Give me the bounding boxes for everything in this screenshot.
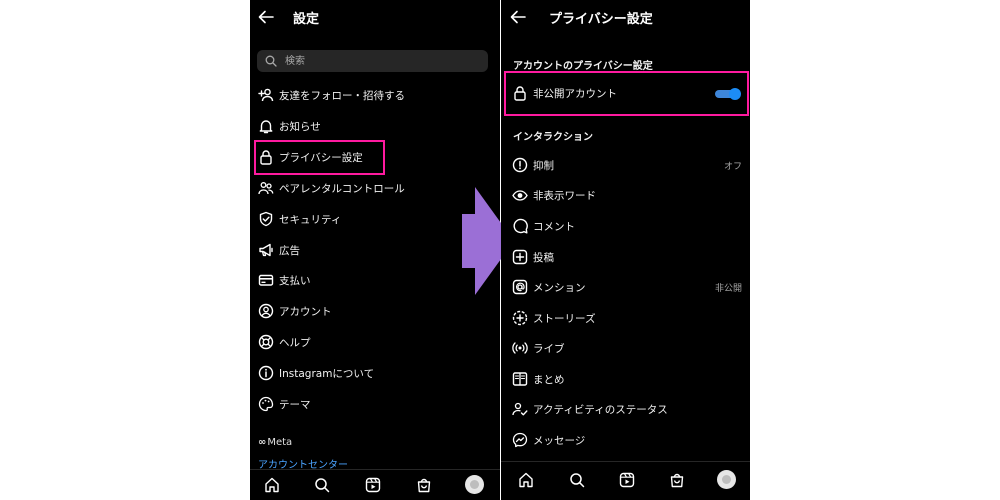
menu-item-label: ペアレンタルコントロール bbox=[279, 183, 405, 195]
menu-item-label: アカウント bbox=[279, 306, 332, 318]
bottom-nav bbox=[501, 461, 750, 500]
story-plus-icon bbox=[512, 310, 528, 326]
lock-icon bbox=[258, 149, 274, 165]
menu-item-label: 広告 bbox=[279, 245, 300, 257]
meta-infinity-icon: ∞ bbox=[258, 437, 267, 448]
menu-item-label: ライブ bbox=[533, 343, 565, 355]
private-account-toggle[interactable] bbox=[715, 88, 741, 100]
bottom-nav bbox=[250, 469, 500, 500]
search-input[interactable] bbox=[285, 50, 475, 72]
menu-item-label: お知らせ bbox=[279, 121, 321, 133]
private-account-row[interactable]: 非公開アカウント bbox=[501, 81, 750, 107]
menu-item-live[interactable]: ライブ bbox=[501, 336, 750, 362]
menu-item-value: 非公開 bbox=[714, 284, 742, 294]
lock-icon bbox=[512, 85, 528, 101]
info-icon bbox=[258, 365, 274, 381]
menu-item-label: 投稿 bbox=[533, 252, 554, 264]
avatar[interactable] bbox=[465, 475, 484, 494]
menu-item-label: 友達をフォロー・招待する bbox=[279, 90, 405, 102]
menu-item-label: アクティビティのステータス bbox=[533, 404, 668, 416]
menu-item-label: 抑制 bbox=[533, 160, 554, 172]
privacy-settings-screen: プライバシー設定 アカウントのプライバシー設定 非公開アカウント インタラクショ… bbox=[501, 0, 750, 500]
search-icon[interactable] bbox=[314, 477, 330, 493]
menu-item-help[interactable]: ヘルプ bbox=[250, 330, 500, 356]
menu-item-posts[interactable]: 投稿 bbox=[501, 245, 750, 271]
menu-item-account[interactable]: アカウント bbox=[250, 299, 500, 325]
settings-header: 設定 bbox=[250, 0, 500, 36]
avatar[interactable] bbox=[717, 470, 736, 489]
menu-item-label: ヘルプ bbox=[279, 337, 311, 349]
menu-item-label: メンション bbox=[533, 282, 586, 294]
user-circle-icon bbox=[258, 303, 274, 319]
menu-item-comments[interactable]: コメント bbox=[501, 214, 750, 240]
search-icon[interactable] bbox=[569, 472, 585, 488]
meta-logo: ∞Meta bbox=[258, 437, 293, 448]
menu-item-activity-status[interactable]: アクティビティのステータス bbox=[501, 397, 750, 423]
menu-item-hidden-words[interactable]: 非表示ワード bbox=[501, 183, 750, 209]
menu-item-label: メッセージ bbox=[533, 435, 586, 447]
menu-item-label: セキュリティ bbox=[279, 214, 342, 226]
menu-item-label: 非表示ワード bbox=[533, 190, 596, 202]
restrict-icon bbox=[512, 157, 528, 173]
shop-icon[interactable] bbox=[416, 477, 432, 493]
menu-item-restrict[interactable]: 抑制 オフ bbox=[501, 153, 750, 179]
at-icon bbox=[512, 279, 528, 295]
menu-item-privacy[interactable]: プライバシー設定 bbox=[250, 145, 500, 171]
home-icon[interactable] bbox=[518, 472, 534, 488]
toggle-knob bbox=[729, 88, 741, 100]
reels-icon[interactable] bbox=[619, 472, 635, 488]
menu-item-label: 支払い bbox=[279, 275, 311, 287]
menu-item-follow-invite[interactable]: 友達をフォロー・招待する bbox=[250, 83, 500, 109]
activity-status-icon bbox=[512, 401, 528, 417]
bell-icon bbox=[258, 118, 274, 134]
palette-icon bbox=[258, 396, 274, 412]
menu-item-label: まとめ bbox=[533, 374, 565, 386]
search-bar[interactable] bbox=[257, 50, 488, 72]
plus-square-icon bbox=[512, 249, 528, 265]
card-icon bbox=[258, 272, 274, 288]
menu-item-notifications[interactable]: お知らせ bbox=[250, 114, 500, 140]
live-icon bbox=[512, 340, 528, 356]
menu-item-about[interactable]: Instagramについて bbox=[250, 361, 500, 387]
guide-icon bbox=[512, 371, 528, 387]
menu-item-guides[interactable]: まとめ bbox=[501, 367, 750, 393]
interaction-section-title: インタラクション bbox=[513, 132, 593, 143]
search-icon bbox=[265, 55, 277, 67]
page-title: プライバシー設定 bbox=[549, 12, 653, 27]
menu-item-label: Instagramについて bbox=[279, 368, 375, 380]
reels-icon[interactable] bbox=[365, 477, 381, 493]
shield-check-icon bbox=[258, 211, 274, 227]
menu-item-messages[interactable]: メッセージ bbox=[501, 428, 750, 454]
menu-item-mentions[interactable]: メンション 非公開 bbox=[501, 275, 750, 301]
back-arrow-icon[interactable] bbox=[257, 8, 275, 26]
menu-item-label: プライバシー設定 bbox=[279, 152, 363, 164]
messenger-icon bbox=[512, 432, 528, 448]
account-privacy-section-title: アカウントのプライバシー設定 bbox=[513, 61, 653, 72]
menu-item-label: テーマ bbox=[279, 399, 311, 411]
menu-item-stories[interactable]: ストーリーズ bbox=[501, 306, 750, 332]
page-title: 設定 bbox=[293, 12, 320, 27]
shop-icon[interactable] bbox=[669, 472, 685, 488]
eye-icon bbox=[512, 187, 528, 203]
menu-item-label: コメント bbox=[533, 221, 575, 233]
comment-icon bbox=[512, 218, 528, 234]
lifebuoy-icon bbox=[258, 334, 274, 350]
menu-item-label: ストーリーズ bbox=[533, 313, 596, 325]
private-account-label: 非公開アカウント bbox=[533, 88, 617, 100]
add-person-icon bbox=[258, 87, 274, 103]
people-icon bbox=[258, 180, 274, 196]
menu-item-value: オフ bbox=[723, 162, 742, 172]
menu-item-theme[interactable]: テーマ bbox=[250, 392, 500, 418]
back-arrow-icon[interactable] bbox=[509, 8, 527, 26]
privacy-header: プライバシー設定 bbox=[501, 0, 750, 36]
home-icon[interactable] bbox=[264, 477, 280, 493]
megaphone-icon bbox=[258, 242, 274, 258]
